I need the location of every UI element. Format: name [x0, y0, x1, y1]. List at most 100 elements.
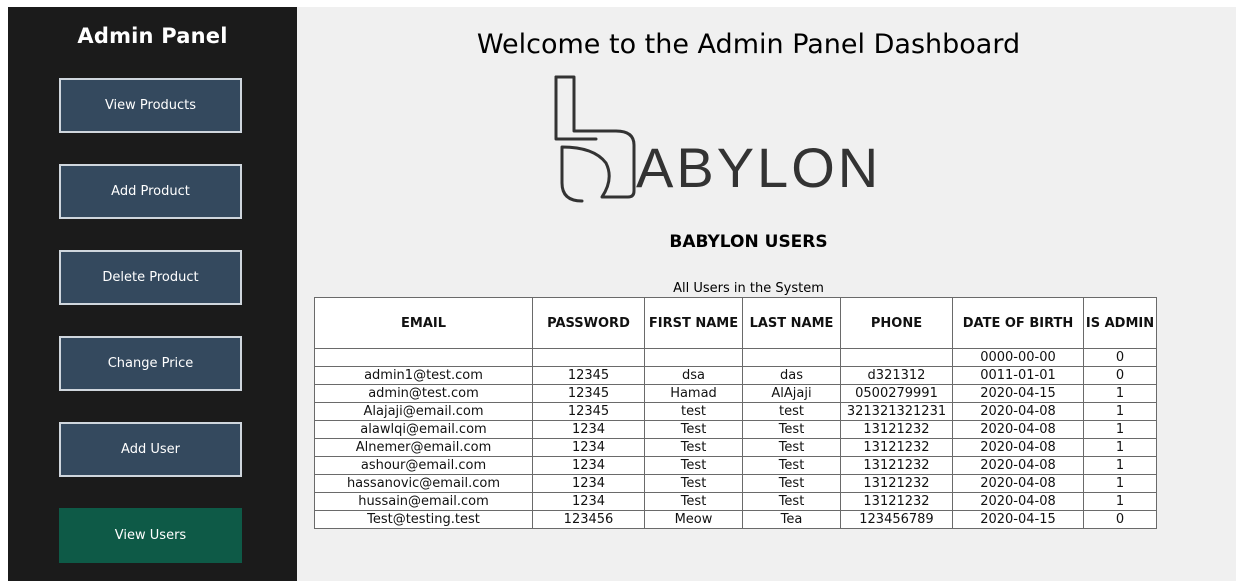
table-header-row: EMAIL PASSWORD FIRST NAME LAST NAME PHON…: [314, 297, 1157, 349]
cell-is-admin: 1: [1083, 420, 1157, 439]
cell-email: Alnemer@email.com: [314, 438, 533, 457]
cell-first-name: Test: [644, 420, 743, 439]
change-price-button[interactable]: Change Price: [59, 336, 242, 391]
cell-password: 12345: [532, 402, 645, 421]
cell-email: alawlqi@email.com: [314, 420, 533, 439]
cell-password: 12345: [532, 366, 645, 385]
sidebar-title: Admin Panel: [77, 24, 228, 48]
cell-password: 1234: [532, 420, 645, 439]
view-users-button[interactable]: View Users: [59, 508, 242, 563]
cell-password: 123456: [532, 510, 645, 529]
cell-email: hassanovic@email.com: [314, 474, 533, 493]
header-last-name: LAST NAME: [742, 297, 841, 349]
cell-last-name: Tea: [742, 510, 841, 529]
cell-first-name: dsa: [644, 366, 743, 385]
babylon-logo: ABYLON: [554, 75, 881, 203]
cell-is-admin: 0: [1083, 366, 1157, 385]
cell-password: 1234: [532, 492, 645, 511]
header-first-name: FIRST NAME: [644, 297, 743, 349]
cell-is-admin: 1: [1083, 402, 1157, 421]
header-phone: PHONE: [840, 297, 953, 349]
cell-email: admin1@test.com: [314, 366, 533, 385]
section-title: BABYLON USERS: [669, 232, 828, 252]
cell-date-of-birth: 2020-04-08: [952, 474, 1084, 493]
cell-email: Test@testing.test: [314, 510, 533, 529]
cell-last-name: Test: [742, 456, 841, 475]
cell-email: ashour@email.com: [314, 456, 533, 475]
cell-date-of-birth: 2020-04-08: [952, 456, 1084, 475]
cell-last-name: [742, 348, 841, 367]
users-table: EMAIL PASSWORD FIRST NAME LAST NAME PHON…: [314, 297, 1157, 529]
cell-first-name: Test: [644, 438, 743, 457]
cell-date-of-birth: 2020-04-08: [952, 420, 1084, 439]
table-row: ashour@email.com 1234 Test Test 13121232 2020…: [314, 456, 1157, 475]
cell-password: 1234: [532, 438, 645, 457]
cell-is-admin: 0: [1083, 348, 1157, 367]
add-user-button[interactable]: Add User: [59, 422, 242, 477]
cell-phone: 321321321231: [840, 402, 953, 421]
cell-email: hussain@email.com: [314, 492, 533, 511]
table-row: 0000-00-00 0: [314, 348, 1157, 367]
cell-password: 1234: [532, 456, 645, 475]
header-password: PASSWORD: [532, 297, 645, 349]
page-title: Welcome to the Admin Panel Dashboard: [476, 29, 1021, 60]
cell-phone: d321312: [840, 366, 953, 385]
cell-first-name: Meow: [644, 510, 743, 529]
cell-date-of-birth: 2020-04-08: [952, 402, 1084, 421]
cell-first-name: Hamad: [644, 384, 743, 403]
header-is-admin: IS ADMIN: [1083, 297, 1157, 349]
cell-phone: 13121232: [840, 474, 953, 493]
cell-last-name: das: [742, 366, 841, 385]
view-products-button[interactable]: View Products: [59, 78, 242, 133]
cell-phone: 13121232: [840, 492, 953, 511]
cell-phone: [840, 348, 953, 367]
delete-product-button[interactable]: Delete Product: [59, 250, 242, 305]
cell-password: 1234: [532, 474, 645, 493]
table-row: admin@test.com 12345 Hamad AlAjaji 050027999…: [314, 384, 1157, 403]
table-row: Alnemer@email.com 1234 Test Test 13121232 202…: [314, 438, 1157, 457]
cell-last-name: Test: [742, 420, 841, 439]
cell-first-name: Test: [644, 474, 743, 493]
cell-is-admin: 1: [1083, 456, 1157, 475]
cell-is-admin: 1: [1083, 492, 1157, 511]
cell-date-of-birth: 2020-04-08: [952, 438, 1084, 457]
add-product-button[interactable]: Add Product: [59, 164, 242, 219]
cell-last-name: Test: [742, 474, 841, 493]
babylon-logo-text: ABYLON: [636, 136, 881, 199]
cell-first-name: Test: [644, 492, 743, 511]
table-row: Alajaji@email.com 12345 test test 3213213212…: [314, 402, 1157, 421]
cell-date-of-birth: 2020-04-08: [952, 492, 1084, 511]
cell-email: [314, 348, 533, 367]
sidebar: Admin Panel View Products Add Product De…: [8, 7, 297, 581]
cell-is-admin: 1: [1083, 474, 1157, 493]
table-row: admin1@test.com 12345 dsa das d321312 0011-01…: [314, 366, 1157, 385]
cell-last-name: Test: [742, 438, 841, 457]
cell-last-name: AlAjaji: [742, 384, 841, 403]
cell-is-admin: 1: [1083, 438, 1157, 457]
cell-date-of-birth: 2020-04-15: [952, 384, 1084, 403]
cell-last-name: Test: [742, 492, 841, 511]
header-date-of-birth: DATE OF BIRTH: [952, 297, 1084, 349]
cell-first-name: test: [644, 402, 743, 421]
cell-date-of-birth: 0000-00-00: [952, 348, 1084, 367]
main-content: Welcome to the Admin Panel Dashboard ABY…: [297, 7, 1236, 581]
cell-phone: 13121232: [840, 420, 953, 439]
cell-first-name: Test: [644, 456, 743, 475]
header-email: EMAIL: [314, 297, 533, 349]
cell-phone: 0500279991: [840, 384, 953, 403]
cell-date-of-birth: 2020-04-15: [952, 510, 1084, 529]
cell-is-admin: 1: [1083, 384, 1157, 403]
table-caption: All Users in the System: [673, 281, 824, 296]
cell-email: admin@test.com: [314, 384, 533, 403]
table-row: hassanovic@email.com 1234 Test Test 13121232…: [314, 474, 1157, 493]
cell-password: 12345: [532, 384, 645, 403]
table-row: Test@testing.test 123456 Meow Tea 123456789 2…: [314, 510, 1157, 529]
cell-is-admin: 0: [1083, 510, 1157, 529]
table-row: alawlqi@email.com 1234 Test Test 13121232 202…: [314, 420, 1157, 439]
table-row: hussain@email.com 1234 Test Test 13121232 202…: [314, 492, 1157, 511]
cell-email: Alajaji@email.com: [314, 402, 533, 421]
cell-phone: 123456789: [840, 510, 953, 529]
cell-date-of-birth: 0011-01-01: [952, 366, 1084, 385]
cell-phone: 13121232: [840, 438, 953, 457]
cell-password: [532, 348, 645, 367]
